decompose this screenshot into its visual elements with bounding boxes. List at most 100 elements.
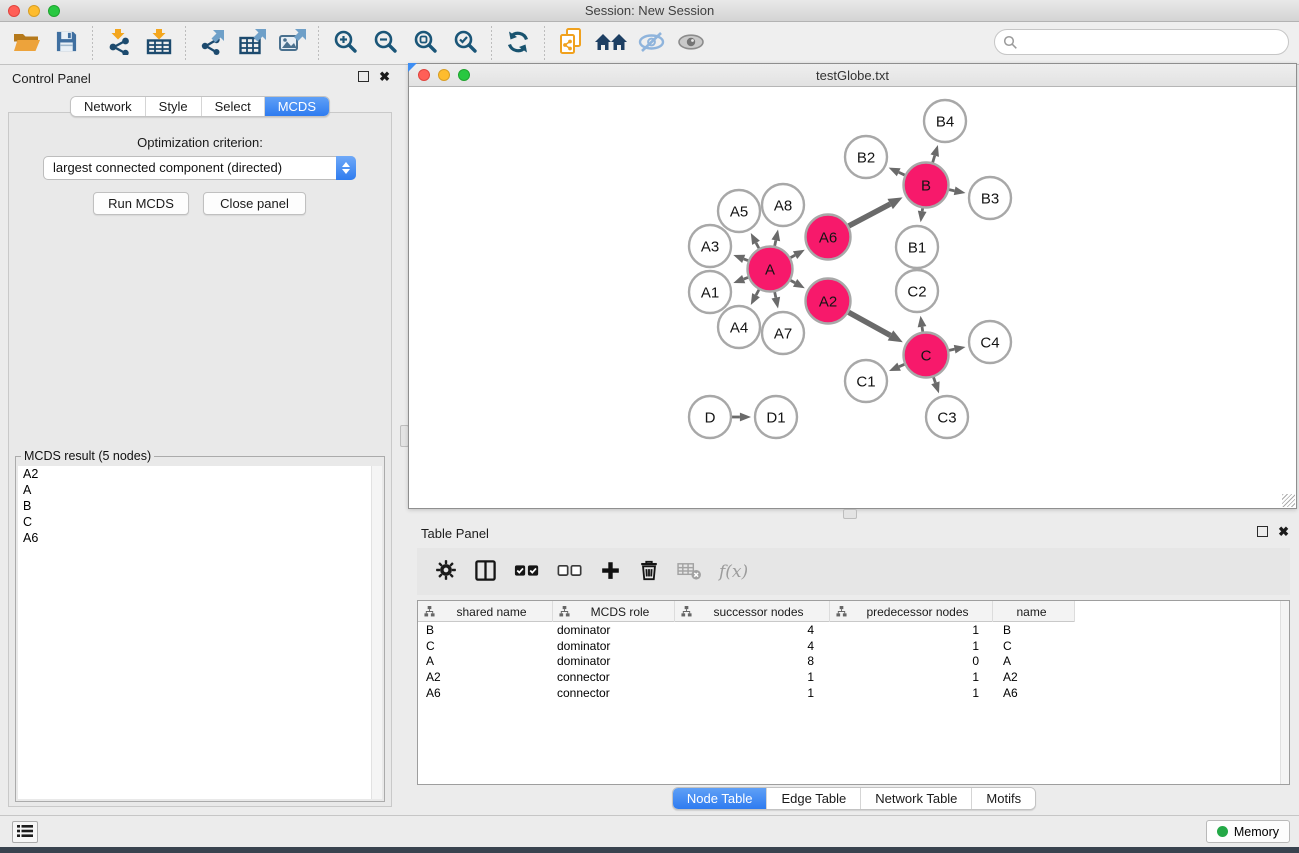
column-header-successor-nodes[interactable]: successor nodes bbox=[675, 601, 830, 622]
export-image-button[interactable] bbox=[272, 25, 312, 61]
minimize-window-button[interactable] bbox=[28, 5, 40, 17]
table-cell[interactable]: 1 bbox=[830, 670, 993, 684]
table-cell[interactable]: 4 bbox=[675, 639, 830, 653]
memory-button[interactable]: Memory bbox=[1206, 820, 1290, 843]
deselect-all-button[interactable] bbox=[557, 557, 583, 587]
table-cell[interactable]: C bbox=[993, 639, 1075, 653]
result-list-item[interactable]: A6 bbox=[18, 530, 382, 546]
graph-node-A7[interactable]: A7 bbox=[762, 312, 804, 354]
table-cell[interactable]: 1 bbox=[830, 686, 993, 700]
graph-edge-A-A2[interactable] bbox=[791, 280, 796, 282]
table-cell[interactable]: A6 bbox=[418, 686, 553, 700]
import-network-button[interactable] bbox=[99, 25, 139, 61]
graph-node-C[interactable]: C bbox=[904, 333, 949, 378]
result-list-item[interactable]: B bbox=[18, 498, 382, 514]
function-builder-button[interactable]: f(x) bbox=[719, 557, 748, 587]
table-cell[interactable]: A2 bbox=[993, 670, 1075, 684]
horizontal-splitter-grip[interactable] bbox=[843, 509, 857, 519]
column-header-shared-name[interactable]: shared name bbox=[418, 601, 553, 622]
graph-node-D[interactable]: D bbox=[689, 396, 731, 438]
graph-edge-B-B2[interactable] bbox=[899, 172, 905, 175]
close-panel-button[interactable]: Close panel bbox=[203, 192, 306, 215]
table-cell[interactable]: 1 bbox=[830, 623, 993, 637]
graph-node-B1[interactable]: B1 bbox=[896, 226, 938, 268]
network-window-titlebar[interactable]: testGlobe.txt bbox=[409, 64, 1296, 87]
zoom-fit-button[interactable] bbox=[405, 25, 445, 61]
open-file-button[interactable] bbox=[6, 25, 46, 61]
graph-node-B2[interactable]: B2 bbox=[845, 136, 887, 178]
table-cell[interactable]: dominator bbox=[553, 654, 675, 668]
frame-resize-grip[interactable] bbox=[1282, 494, 1295, 507]
tab-motifs[interactable]: Motifs bbox=[972, 788, 1035, 809]
fullscreen-window-button[interactable] bbox=[48, 5, 60, 17]
tab-network[interactable]: Network bbox=[71, 97, 146, 116]
network-canvas[interactable]: B4B2BB3A5A8A6A3B1AA1C2A2A4A7CC4C1C3DD1 bbox=[409, 87, 1296, 508]
tab-mcds[interactable]: MCDS bbox=[265, 97, 329, 116]
graph-edge-A-A6[interactable] bbox=[791, 255, 796, 257]
graph-node-A4[interactable]: A4 bbox=[718, 306, 760, 348]
column-header-name[interactable]: name bbox=[993, 601, 1075, 622]
graph-node-C1[interactable]: C1 bbox=[845, 360, 887, 402]
table-cell[interactable]: A2 bbox=[418, 670, 553, 684]
graph-edge-A-A1[interactable] bbox=[744, 277, 748, 279]
table-cell[interactable]: dominator bbox=[553, 623, 675, 637]
table-cell[interactable]: C bbox=[418, 639, 553, 653]
graph-node-A6[interactable]: A6 bbox=[806, 215, 851, 260]
export-table-button[interactable] bbox=[232, 25, 272, 61]
graph-node-C4[interactable]: C4 bbox=[969, 321, 1011, 363]
close-panel-icon[interactable]: ✖ bbox=[379, 71, 390, 82]
graph-node-B3[interactable]: B3 bbox=[969, 177, 1011, 219]
table-cell[interactable]: A bbox=[418, 654, 553, 668]
table-options-button[interactable] bbox=[435, 557, 457, 587]
table-row[interactable]: Adominator80A bbox=[418, 653, 1289, 669]
apply-layout-button[interactable] bbox=[498, 25, 538, 61]
show-column-button[interactable] bbox=[474, 557, 497, 587]
graph-edge-A6-B[interactable] bbox=[849, 204, 890, 226]
graph-edge-C-C2[interactable] bbox=[922, 327, 923, 332]
delete-table-button[interactable] bbox=[677, 557, 702, 587]
zoom-out-button[interactable] bbox=[365, 25, 405, 61]
table-cell[interactable]: 1 bbox=[830, 639, 993, 653]
delete-row-button[interactable] bbox=[638, 557, 660, 587]
network-graph[interactable]: B4B2BB3A5A8A6A3B1AA1C2A2A4A7CC4C1C3DD1 bbox=[409, 87, 1296, 508]
hide-selected-button[interactable] bbox=[631, 25, 671, 61]
result-list-scrollbar[interactable] bbox=[371, 466, 382, 799]
run-mcds-button[interactable]: Run MCDS bbox=[93, 192, 189, 215]
tab-select[interactable]: Select bbox=[202, 97, 265, 116]
graph-node-D1[interactable]: D1 bbox=[755, 396, 797, 438]
zoom-in-button[interactable] bbox=[325, 25, 365, 61]
column-header-MCDS-role[interactable]: MCDS role bbox=[553, 601, 675, 622]
graph-edge-A-A3[interactable] bbox=[744, 259, 748, 261]
add-row-button[interactable] bbox=[600, 557, 621, 587]
table-cell[interactable]: B bbox=[418, 623, 553, 637]
table-cell[interactable]: 0 bbox=[830, 654, 993, 668]
table-cell[interactable]: connector bbox=[553, 686, 675, 700]
graph-edge-B-B3[interactable] bbox=[949, 190, 955, 191]
table-cell[interactable]: B bbox=[993, 623, 1075, 637]
tab-node-table[interactable]: Node Table bbox=[673, 788, 768, 809]
table-scrollbar[interactable] bbox=[1280, 601, 1289, 784]
graph-node-A2[interactable]: A2 bbox=[806, 279, 851, 324]
graph-edge-A2-C[interactable] bbox=[849, 312, 891, 335]
graph-node-A8[interactable]: A8 bbox=[762, 184, 804, 226]
column-header-predecessor-nodes[interactable]: predecessor nodes bbox=[830, 601, 993, 622]
graph-edge-C-C1[interactable] bbox=[899, 364, 904, 366]
graph-edge-C-C4[interactable] bbox=[949, 349, 955, 350]
graph-node-A1[interactable]: A1 bbox=[689, 271, 731, 313]
tab-edge-table[interactable]: Edge Table bbox=[767, 788, 861, 809]
node-table[interactable]: shared nameMCDS rolesuccessor nodesprede… bbox=[417, 600, 1290, 785]
graph-node-A3[interactable]: A3 bbox=[689, 225, 731, 267]
zoom-selected-button[interactable] bbox=[445, 25, 485, 61]
result-list-item[interactable]: C bbox=[18, 514, 382, 530]
tab-network-table[interactable]: Network Table bbox=[861, 788, 972, 809]
table-cell[interactable]: 1 bbox=[675, 670, 830, 684]
table-row[interactable]: A6connector11A6 bbox=[418, 685, 1289, 701]
import-table-button[interactable] bbox=[139, 25, 179, 61]
result-list-item[interactable]: A2 bbox=[18, 466, 382, 482]
graph-edge-A-A4[interactable] bbox=[756, 290, 759, 295]
graph-node-B[interactable]: B bbox=[904, 163, 949, 208]
table-row[interactable]: Cdominator41C bbox=[418, 638, 1289, 654]
tab-style[interactable]: Style bbox=[146, 97, 202, 116]
search-input[interactable] bbox=[994, 29, 1289, 55]
save-session-button[interactable] bbox=[46, 25, 86, 61]
